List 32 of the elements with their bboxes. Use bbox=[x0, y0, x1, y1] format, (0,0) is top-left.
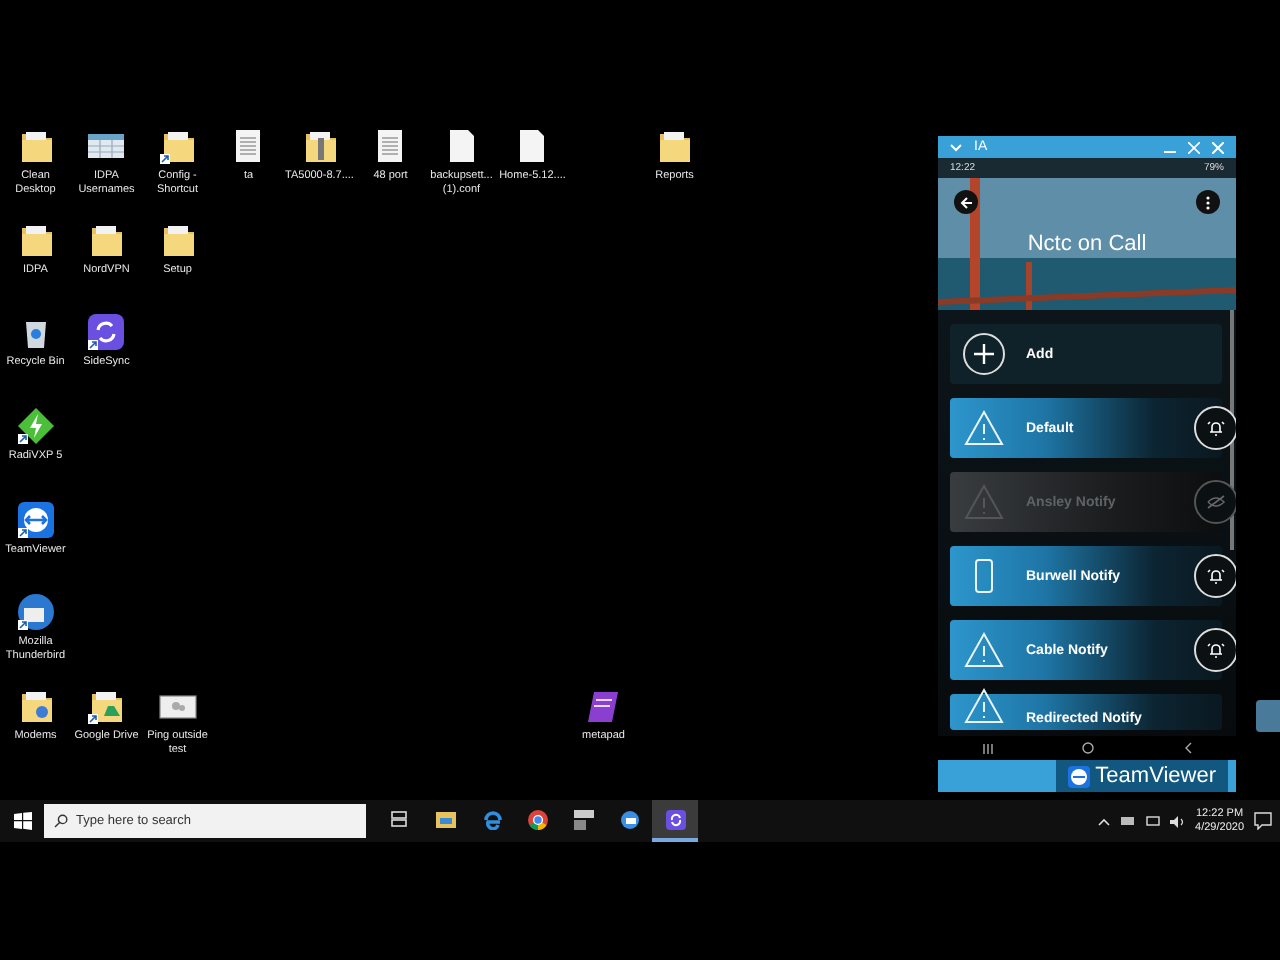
arrow-left-icon bbox=[959, 195, 973, 209]
e-logo-icon bbox=[481, 809, 501, 829]
sync-icon bbox=[665, 809, 685, 829]
eye-off-icon bbox=[1206, 494, 1226, 510]
speaker-icon[interactable] bbox=[1169, 815, 1186, 827]
home-icon[interactable] bbox=[1082, 742, 1095, 754]
warning-icon bbox=[962, 408, 1006, 448]
app-title: Nctc on Call bbox=[1027, 232, 1147, 256]
warning-icon bbox=[962, 482, 1006, 522]
alarm-icon bbox=[1206, 640, 1226, 660]
notification-icon[interactable] bbox=[1254, 812, 1272, 830]
warning-icon bbox=[962, 686, 1006, 726]
mail-icon bbox=[619, 809, 639, 829]
alarm-icon bbox=[1206, 418, 1226, 438]
chevron-up-icon[interactable] bbox=[1097, 817, 1110, 825]
monitor-icon[interactable] bbox=[1145, 815, 1160, 827]
recents-icon[interactable] bbox=[982, 743, 995, 753]
plus-icon bbox=[962, 332, 1006, 376]
battery-icon[interactable] bbox=[1119, 816, 1136, 826]
chevron-down-icon[interactable] bbox=[950, 143, 962, 151]
warning-icon bbox=[962, 630, 1006, 670]
task-view-icon bbox=[390, 810, 408, 828]
browser-icon bbox=[527, 809, 547, 829]
banner-text: TeamViewer bbox=[1095, 764, 1216, 788]
window-icon bbox=[573, 809, 593, 829]
taskbar-button[interactable] bbox=[652, 800, 698, 842]
alarm-icon bbox=[1206, 566, 1226, 586]
search-icon bbox=[54, 814, 68, 828]
back-icon[interactable] bbox=[1183, 742, 1192, 754]
folder-icon bbox=[435, 810, 455, 828]
windows-logo-icon bbox=[13, 812, 31, 830]
close-icon[interactable] bbox=[1212, 141, 1224, 153]
